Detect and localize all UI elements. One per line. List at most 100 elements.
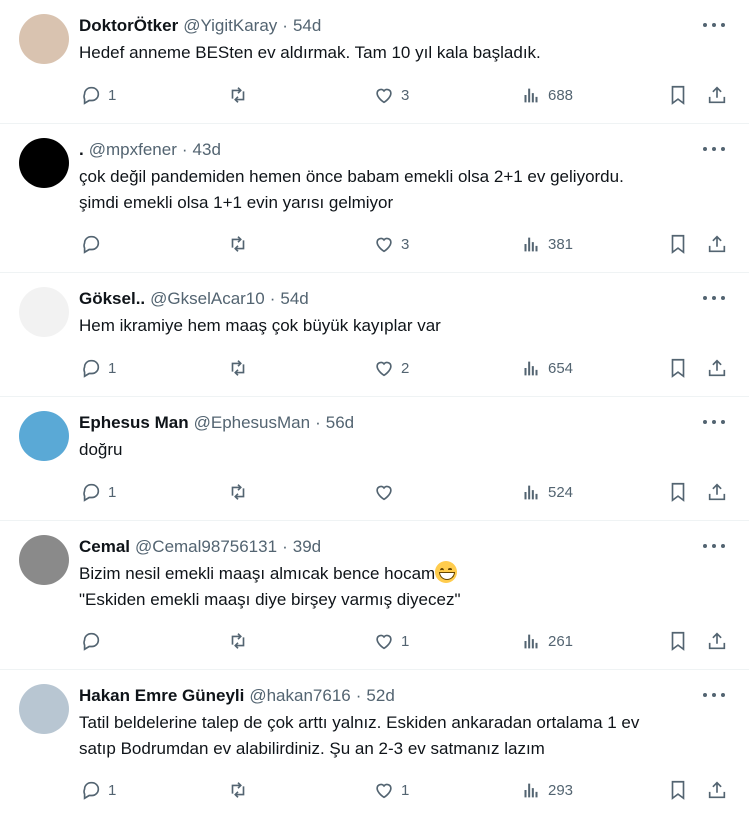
grinning-face-icon (435, 561, 458, 583)
more-icon[interactable] (703, 289, 725, 307)
reply-button[interactable] (80, 630, 108, 652)
bookmark-button[interactable] (667, 233, 689, 255)
avatar[interactable] (19, 138, 69, 188)
retweet-icon (227, 481, 249, 503)
avatar[interactable] (19, 411, 69, 461)
bookmark-button[interactable] (667, 84, 689, 106)
bookmark-button[interactable] (667, 481, 689, 503)
avatar[interactable] (19, 535, 69, 585)
reply-button[interactable]: 1 (80, 779, 116, 801)
retweet-button[interactable] (227, 357, 255, 379)
like-button[interactable]: 1 (373, 630, 409, 652)
bookmark-icon (667, 84, 689, 106)
more-icon[interactable] (703, 16, 725, 34)
user-display-name[interactable]: Hakan Emre Güneyli (79, 686, 244, 706)
tweet-header: DoktorÖtker @YigitKaray · 54d (79, 12, 733, 40)
avatar[interactable] (19, 287, 69, 337)
reply-icon (80, 630, 102, 652)
user-handle[interactable]: @EphesusMan (194, 413, 311, 433)
share-button[interactable] (706, 84, 728, 106)
bookmark-button[interactable] (667, 779, 689, 801)
tweet-timestamp[interactable]: 43d (193, 140, 221, 160)
tweet-timestamp[interactable]: 52d (366, 686, 394, 706)
separator-dot: · (355, 686, 362, 705)
reply-tweet[interactable]: DoktorÖtker @YigitKaray · 54d Hedef anneme B… (0, 0, 749, 124)
tweet-timestamp[interactable]: 39d (293, 537, 321, 557)
reply-count: 1 (108, 359, 117, 377)
tweet-text: Hedef anneme BESten ev aldırmak. Tam 10 … (79, 40, 733, 66)
retweet-button[interactable] (227, 630, 255, 652)
reply-feed: DoktorÖtker @YigitKaray · 54d Hedef anneme B… (0, 0, 749, 818)
reply-tweet[interactable]: Ephesus Man @EphesusMan · 56d doğru 1 524 (0, 397, 749, 521)
user-display-name[interactable]: Ephesus Man (79, 413, 189, 433)
user-handle[interactable]: @YigitKaray (183, 16, 277, 36)
bookmark-button[interactable] (667, 630, 689, 652)
retweet-button[interactable] (227, 779, 255, 801)
tweet-header: . @mpxfener · 43d (79, 136, 733, 164)
like-button[interactable]: 2 (373, 357, 409, 379)
views-button[interactable]: 293 (520, 779, 573, 801)
user-display-name[interactable]: DoktorÖtker (79, 16, 178, 36)
more-icon[interactable] (703, 140, 725, 158)
user-display-name[interactable]: Göksel.. (79, 289, 145, 309)
tweet-timestamp[interactable]: 56d (326, 413, 354, 433)
user-handle[interactable]: @mpxfener (89, 140, 177, 160)
tweet-text-content: Tatil beldelerine talep de çok arttı yal… (79, 713, 640, 732)
bookmark-icon (667, 481, 689, 503)
tweet-timestamp[interactable]: 54d (280, 289, 308, 309)
reply-button[interactable]: 1 (80, 84, 116, 106)
user-handle[interactable]: @Cemal98756131 (135, 537, 277, 557)
share-button[interactable] (706, 233, 728, 255)
user-handle[interactable]: @GkselAcar10 (150, 289, 265, 309)
retweet-button[interactable] (227, 84, 255, 106)
avatar[interactable] (19, 684, 69, 734)
reply-count: 1 (108, 86, 117, 104)
avatar[interactable] (19, 14, 69, 64)
user-display-name[interactable]: Cemal (79, 537, 130, 557)
views-icon (520, 779, 542, 801)
separator-dot: · (282, 16, 288, 35)
tweet-header: Göksel.. @GkselAcar10 · 54d (79, 285, 733, 313)
like-button[interactable]: 1 (373, 779, 409, 801)
tweet-header: Cemal @Cemal98756131 · 39d (79, 533, 733, 561)
more-icon[interactable] (703, 413, 725, 431)
views-button[interactable]: 654 (520, 357, 573, 379)
tweet-timestamp[interactable]: 54d (293, 16, 321, 36)
reply-tweet[interactable]: . @mpxfener · 43d çok değil pandemiden hemen… (0, 124, 749, 273)
share-icon (706, 84, 728, 106)
user-handle[interactable]: @hakan7616 (249, 686, 350, 706)
more-icon[interactable] (703, 537, 725, 555)
retweet-button[interactable] (227, 481, 255, 503)
user-display-name[interactable]: . (79, 140, 84, 160)
reply-tweet[interactable]: Göksel.. @GkselAcar10 · 54d Hem ikramiye hem… (0, 273, 749, 397)
like-count: 3 (401, 235, 410, 253)
reply-button[interactable]: 1 (80, 481, 116, 503)
heart-icon (373, 630, 395, 652)
reply-button[interactable]: 1 (80, 357, 116, 379)
share-button[interactable] (706, 357, 728, 379)
share-button[interactable] (706, 779, 728, 801)
tweet-text: Bizim nesil emekli maaşı almıcak bence h… (79, 561, 733, 613)
tweet-text-content: Hedef anneme BESten ev aldırmak. Tam 10 … (79, 43, 541, 62)
views-button[interactable]: 261 (520, 630, 573, 652)
like-button[interactable]: 3 (373, 84, 409, 106)
tweet-actions: 3 381 (79, 218, 749, 270)
reply-tweet[interactable]: Cemal @Cemal98756131 · 39d Bizim nesil emekl… (0, 521, 749, 670)
tweet-text-line: çok değil pandemiden hemen önce babam em… (79, 164, 733, 190)
reply-tweet[interactable]: Hakan Emre Güneyli @hakan7616 · 52d Tatil be… (0, 670, 749, 818)
share-button[interactable] (706, 481, 728, 503)
views-button[interactable]: 381 (520, 233, 573, 255)
reply-button[interactable] (80, 233, 108, 255)
retweet-icon (227, 233, 249, 255)
views-button[interactable]: 524 (520, 481, 573, 503)
share-icon (706, 233, 728, 255)
views-button[interactable]: 688 (520, 84, 573, 106)
more-icon[interactable] (703, 686, 725, 704)
like-button[interactable]: 3 (373, 233, 409, 255)
retweet-button[interactable] (227, 233, 255, 255)
share-button[interactable] (706, 630, 728, 652)
like-button[interactable] (373, 481, 401, 503)
retweet-icon (227, 357, 249, 379)
bookmark-button[interactable] (667, 357, 689, 379)
views-count: 381 (548, 235, 574, 253)
